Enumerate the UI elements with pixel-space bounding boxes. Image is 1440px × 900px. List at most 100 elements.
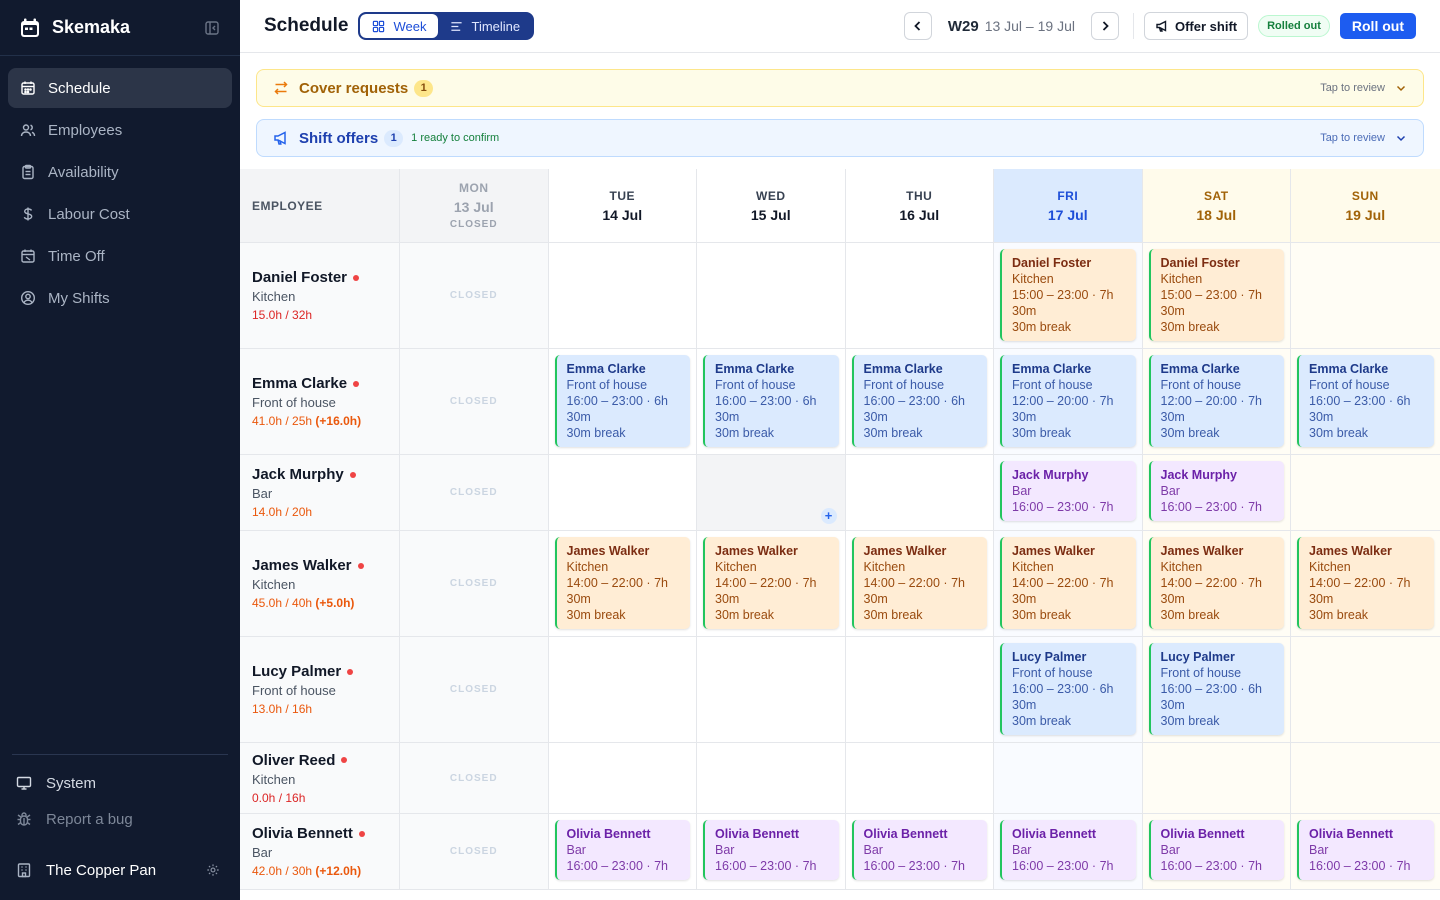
previous-week-button[interactable] xyxy=(903,12,932,40)
day-cell[interactable]: Olivia Bennett Bar 16:00 – 23:00 · 7h xyxy=(845,814,994,889)
shift-card[interactable]: Olivia Bennett Bar 16:00 – 23:00 · 7h xyxy=(1000,820,1136,880)
day-cell[interactable]: James Walker Kitchen 14:00 – 22:00 · 7h … xyxy=(548,531,697,636)
employee-cell[interactable]: Daniel Foster Kitchen 15.0h / 32h xyxy=(240,243,400,348)
week-view-button[interactable]: Week xyxy=(360,14,439,38)
employee-cell[interactable]: Jack Murphy Bar 14.0h / 20h xyxy=(240,455,400,530)
day-cell[interactable]: Olivia Bennett Bar 16:00 – 23:00 · 7h xyxy=(1291,814,1440,889)
shift-card[interactable]: Daniel Foster Kitchen 15:00 – 23:00 · 7h… xyxy=(1148,249,1284,341)
day-cell[interactable]: Jack Murphy Bar 16:00 – 23:00 · 7h xyxy=(994,455,1143,530)
day-cell[interactable]: Olivia Bennett Bar 16:00 – 23:00 · 7h xyxy=(697,814,846,889)
shift-card[interactable]: Jack Murphy Bar 16:00 – 23:00 · 7h xyxy=(1148,461,1284,521)
day-cell[interactable] xyxy=(845,743,994,813)
shift-card[interactable]: Olivia Bennett Bar 16:00 – 23:00 · 7h xyxy=(554,820,690,880)
day-cell[interactable] xyxy=(548,243,697,348)
report-bug-link[interactable]: Report a bug xyxy=(12,801,228,837)
day-cell[interactable]: James Walker Kitchen 14:00 – 22:00 · 7h … xyxy=(994,531,1143,636)
shift-card[interactable]: James Walker Kitchen 14:00 – 22:00 · 7h … xyxy=(554,537,690,629)
timeline-view-button[interactable]: Timeline xyxy=(438,14,532,38)
offer-shift-button[interactable]: Offer shift xyxy=(1143,12,1249,40)
shift-card[interactable]: James Walker Kitchen 14:00 – 22:00 · 7h … xyxy=(1148,537,1284,629)
sidebar-item-labour-cost[interactable]: Labour Cost xyxy=(8,194,232,234)
sidebar-item-my-shifts[interactable]: My Shifts xyxy=(8,278,232,318)
day-cell[interactable]: Emma Clarke Front of house 12:00 – 20:00… xyxy=(1142,349,1291,454)
shift-offers-banner[interactable]: Shift offers 1 1 ready to confirm Tap to… xyxy=(256,119,1424,157)
cover-requests-banner[interactable]: Cover requests 1 Tap to review xyxy=(256,69,1424,107)
day-cell[interactable]: Olivia Bennett Bar 16:00 – 23:00 · 7h xyxy=(994,814,1143,889)
shift-card[interactable]: Daniel Foster Kitchen 15:00 – 23:00 · 7h… xyxy=(1000,249,1136,341)
sidebar-item-availability[interactable]: Availability xyxy=(8,152,232,192)
day-cell[interactable] xyxy=(1291,637,1440,742)
day-cell[interactable]: + xyxy=(697,455,846,530)
sidebar-item-employees[interactable]: Employees xyxy=(8,110,232,150)
shift-card[interactable]: Emma Clarke Front of house 12:00 – 20:00… xyxy=(1148,355,1284,447)
shift-card[interactable]: Emma Clarke Front of house 16:00 – 23:00… xyxy=(554,355,690,447)
shift-card[interactable]: Emma Clarke Front of house 12:00 – 20:00… xyxy=(1000,355,1136,447)
sidebar-item-schedule[interactable]: Schedule xyxy=(8,68,232,108)
shift-time: 14:00 – 22:00 · 7h xyxy=(715,576,817,590)
table-row: Emma Clarke Front of house 41.0h / 25h (… xyxy=(240,349,1440,455)
shift-time: 16:00 – 23:00 · 6h xyxy=(715,394,817,408)
add-shift-button[interactable]: + xyxy=(820,508,837,524)
day-cell[interactable] xyxy=(1291,743,1440,813)
roll-out-button[interactable]: Roll out xyxy=(1339,13,1416,39)
sidebar-item-time-off[interactable]: Time Off xyxy=(8,236,232,276)
day-cell[interactable] xyxy=(845,243,994,348)
shift-card[interactable]: Olivia Bennett Bar 16:00 – 23:00 · 7h xyxy=(1148,820,1284,880)
shift-card[interactable]: Lucy Palmer Front of house 16:00 – 23:00… xyxy=(1148,643,1284,735)
gear-icon[interactable] xyxy=(206,863,220,877)
day-cell[interactable] xyxy=(845,637,994,742)
day-cell[interactable]: Emma Clarke Front of house 16:00 – 23:00… xyxy=(845,349,994,454)
employee-cell[interactable]: Emma Clarke Front of house 41.0h / 25h (… xyxy=(240,349,400,454)
day-cell[interactable] xyxy=(548,743,697,813)
shift-card[interactable]: James Walker Kitchen 14:00 – 22:00 · 7h … xyxy=(703,537,839,629)
shift-card[interactable]: Jack Murphy Bar 16:00 – 23:00 · 7h xyxy=(1000,461,1136,521)
day-cell[interactable]: Daniel Foster Kitchen 15:00 – 23:00 · 7h… xyxy=(994,243,1143,348)
employee-cell[interactable]: Olivia Bennett Bar 42.0h / 30h (+12.0h) xyxy=(240,814,400,889)
day-cell[interactable]: Emma Clarke Front of house 16:00 – 23:00… xyxy=(697,349,846,454)
day-cell[interactable]: James Walker Kitchen 14:00 – 22:00 · 7h … xyxy=(1142,531,1291,636)
day-cell[interactable] xyxy=(548,455,697,530)
day-cell[interactable] xyxy=(845,455,994,530)
day-cell[interactable] xyxy=(697,243,846,348)
day-cell[interactable]: Olivia Bennett Bar 16:00 – 23:00 · 7h xyxy=(548,814,697,889)
shift-card[interactable]: James Walker Kitchen 14:00 – 22:00 · 7h … xyxy=(1000,537,1136,629)
day-cell[interactable] xyxy=(697,637,846,742)
employee-cell[interactable]: Oliver Reed Kitchen 0.0h / 16h xyxy=(240,743,400,813)
day-cell[interactable] xyxy=(1142,743,1291,813)
shift-card[interactable]: Emma Clarke Front of house 16:00 – 23:00… xyxy=(703,355,839,447)
shift-employee: James Walker xyxy=(1012,544,1095,558)
day-cell[interactable] xyxy=(1291,243,1440,348)
sidebar-collapse-icon[interactable] xyxy=(204,20,220,36)
employee-role: Front of house xyxy=(252,395,336,410)
shift-card[interactable]: Emma Clarke Front of house 16:00 – 23:00… xyxy=(851,355,987,447)
shift-card[interactable]: James Walker Kitchen 14:00 – 22:00 · 7h … xyxy=(1297,537,1434,629)
day-cell[interactable]: James Walker Kitchen 14:00 – 22:00 · 7h … xyxy=(845,531,994,636)
employee-cell[interactable]: James Walker Kitchen 45.0h / 40h (+5.0h) xyxy=(240,531,400,636)
shift-card[interactable]: Olivia Bennett Bar 16:00 – 23:00 · 7h xyxy=(851,820,987,880)
day-cell[interactable] xyxy=(1291,455,1440,530)
day-cell[interactable]: Emma Clarke Front of house 12:00 – 20:00… xyxy=(994,349,1143,454)
sidebar-item-system[interactable]: System xyxy=(12,765,228,801)
day-cell[interactable]: Daniel Foster Kitchen 15:00 – 23:00 · 7h… xyxy=(1142,243,1291,348)
shift-card[interactable]: Olivia Bennett Bar 16:00 – 23:00 · 7h xyxy=(1297,820,1434,880)
employee-cell[interactable]: Lucy Palmer Front of house 13.0h / 16h xyxy=(240,637,400,742)
shift-card[interactable]: Lucy Palmer Front of house 16:00 – 23:00… xyxy=(1000,643,1136,735)
shift-card[interactable]: James Walker Kitchen 14:00 – 22:00 · 7h … xyxy=(851,537,987,629)
day-cell[interactable]: Lucy Palmer Front of house 16:00 – 23:00… xyxy=(994,637,1143,742)
day-cell[interactable]: James Walker Kitchen 14:00 – 22:00 · 7h … xyxy=(697,531,846,636)
day-cell[interactable]: Jack Murphy Bar 16:00 – 23:00 · 7h xyxy=(1142,455,1291,530)
shift-time: 12:00 – 20:00 · 7h xyxy=(1012,394,1114,408)
day-cell[interactable]: Emma Clarke Front of house 16:00 – 23:00… xyxy=(548,349,697,454)
org-switcher[interactable]: The Copper Pan xyxy=(12,852,228,888)
shift-card[interactable]: Olivia Bennett Bar 16:00 – 23:00 · 7h xyxy=(703,820,839,880)
day-cell[interactable]: Emma Clarke Front of house 16:00 – 23:00… xyxy=(1291,349,1440,454)
shift-employee: Olivia Bennett xyxy=(715,827,800,841)
day-cell[interactable] xyxy=(548,637,697,742)
day-cell[interactable]: Olivia Bennett Bar 16:00 – 23:00 · 7h xyxy=(1142,814,1291,889)
day-cell[interactable] xyxy=(994,743,1143,813)
next-week-button[interactable] xyxy=(1090,12,1119,40)
day-cell[interactable]: Lucy Palmer Front of house 16:00 – 23:00… xyxy=(1142,637,1291,742)
day-cell[interactable]: James Walker Kitchen 14:00 – 22:00 · 7h … xyxy=(1291,531,1440,636)
day-cell[interactable] xyxy=(697,743,846,813)
shift-card[interactable]: Emma Clarke Front of house 16:00 – 23:00… xyxy=(1297,355,1434,447)
